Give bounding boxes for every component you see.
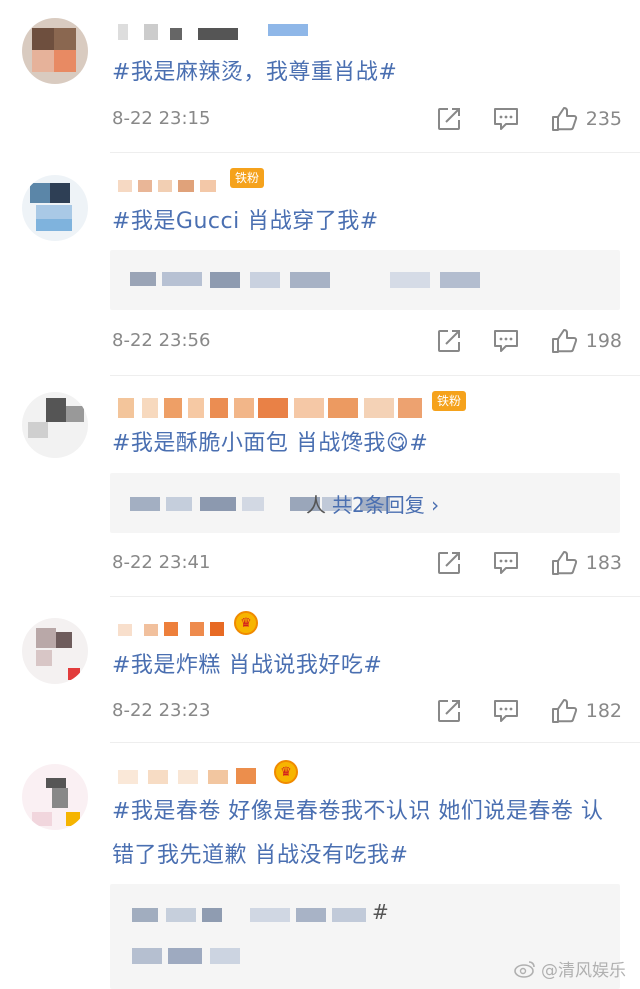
like-count: 198: [585, 330, 622, 352]
comment-icon: [493, 108, 518, 130]
share-button[interactable]: [436, 106, 462, 132]
comment-topic-link[interactable]: #我是Gucci 肖战穿了我#: [112, 207, 379, 237]
comment-topic-link[interactable]: #我是酥脆小面包 肖战馋我😋#: [112, 429, 428, 459]
username-blurred[interactable]: [118, 24, 308, 40]
comment-topic-link[interactable]: #我是麻辣烫，我尊重肖战#: [112, 58, 397, 88]
comment-time: 8-22 23:41: [112, 552, 211, 573]
comment-icon: [493, 552, 518, 574]
like-icon: [551, 551, 577, 575]
avatar[interactable]: [22, 175, 88, 241]
like-button[interactable]: 198: [550, 327, 622, 355]
comment-time: 8-22 23:56: [112, 330, 211, 351]
reply-preview[interactable]: [110, 250, 620, 310]
share-button[interactable]: [436, 550, 462, 576]
comment-button[interactable]: [492, 698, 520, 724]
comment-button[interactable]: [492, 328, 520, 354]
comment-topic-link[interactable]: #我是炸糕 肖战说我好吃#: [112, 651, 382, 681]
like-button[interactable]: 235: [550, 105, 622, 133]
comment-icon: [493, 700, 518, 722]
reply-preview[interactable]: 人 共2条回复 ›: [110, 473, 620, 533]
comment-icon: [493, 330, 518, 352]
divider: [110, 742, 640, 743]
username-blurred[interactable]: [118, 178, 228, 194]
crown-icon: ♛: [274, 760, 298, 784]
iron-fan-badge: 铁粉: [230, 168, 265, 188]
like-count: 182: [585, 700, 622, 722]
like-icon: [551, 699, 577, 723]
comment-button[interactable]: [492, 550, 520, 576]
comment-actions: 183: [406, 548, 622, 578]
share-button[interactable]: [436, 698, 462, 724]
like-count: 235: [585, 108, 622, 130]
avatar[interactable]: [22, 618, 88, 684]
view-replies-link[interactable]: 共2条回复 ›: [332, 489, 439, 518]
divider: [110, 152, 640, 153]
like-icon: [551, 107, 577, 131]
like-button[interactable]: 182: [550, 697, 622, 725]
like-button[interactable]: 183: [550, 549, 622, 577]
username-blurred[interactable]: [118, 622, 228, 638]
share-button[interactable]: [436, 328, 462, 354]
avatar[interactable]: [22, 392, 88, 458]
share-icon: [437, 330, 460, 352]
reply-author-suffix: 人: [306, 493, 326, 517]
username-blurred[interactable]: [118, 766, 278, 786]
comment-actions: 198: [406, 326, 622, 356]
comment-time: 8-22 23:15: [112, 108, 211, 129]
avatar[interactable]: [22, 764, 88, 830]
divider: [110, 375, 640, 376]
share-icon: [437, 700, 460, 722]
iron-fan-badge: 铁粉: [432, 391, 467, 411]
comment-button[interactable]: [492, 106, 520, 132]
divider: [110, 596, 640, 597]
reply-hash: #: [372, 900, 389, 924]
share-icon: [437, 108, 460, 130]
weibo-icon: [514, 960, 535, 978]
weibo-watermark: @清风娱乐: [513, 956, 626, 981]
like-icon: [551, 329, 577, 353]
avatar[interactable]: [22, 18, 88, 84]
share-icon: [437, 552, 460, 574]
comment-topic-link[interactable]: #我是春卷 好像是春卷我不认识 她们说是春卷 认错了我先道歉 肖战没有吃我#: [112, 790, 622, 878]
like-count: 183: [585, 552, 622, 574]
crown-icon: ♛: [234, 611, 258, 635]
comment-actions: 235: [406, 104, 622, 134]
watermark-text: @清风娱乐: [541, 961, 626, 981]
comment-actions: 182: [406, 696, 622, 726]
username-blurred[interactable]: [118, 398, 428, 418]
comment-time: 8-22 23:23: [112, 700, 211, 721]
